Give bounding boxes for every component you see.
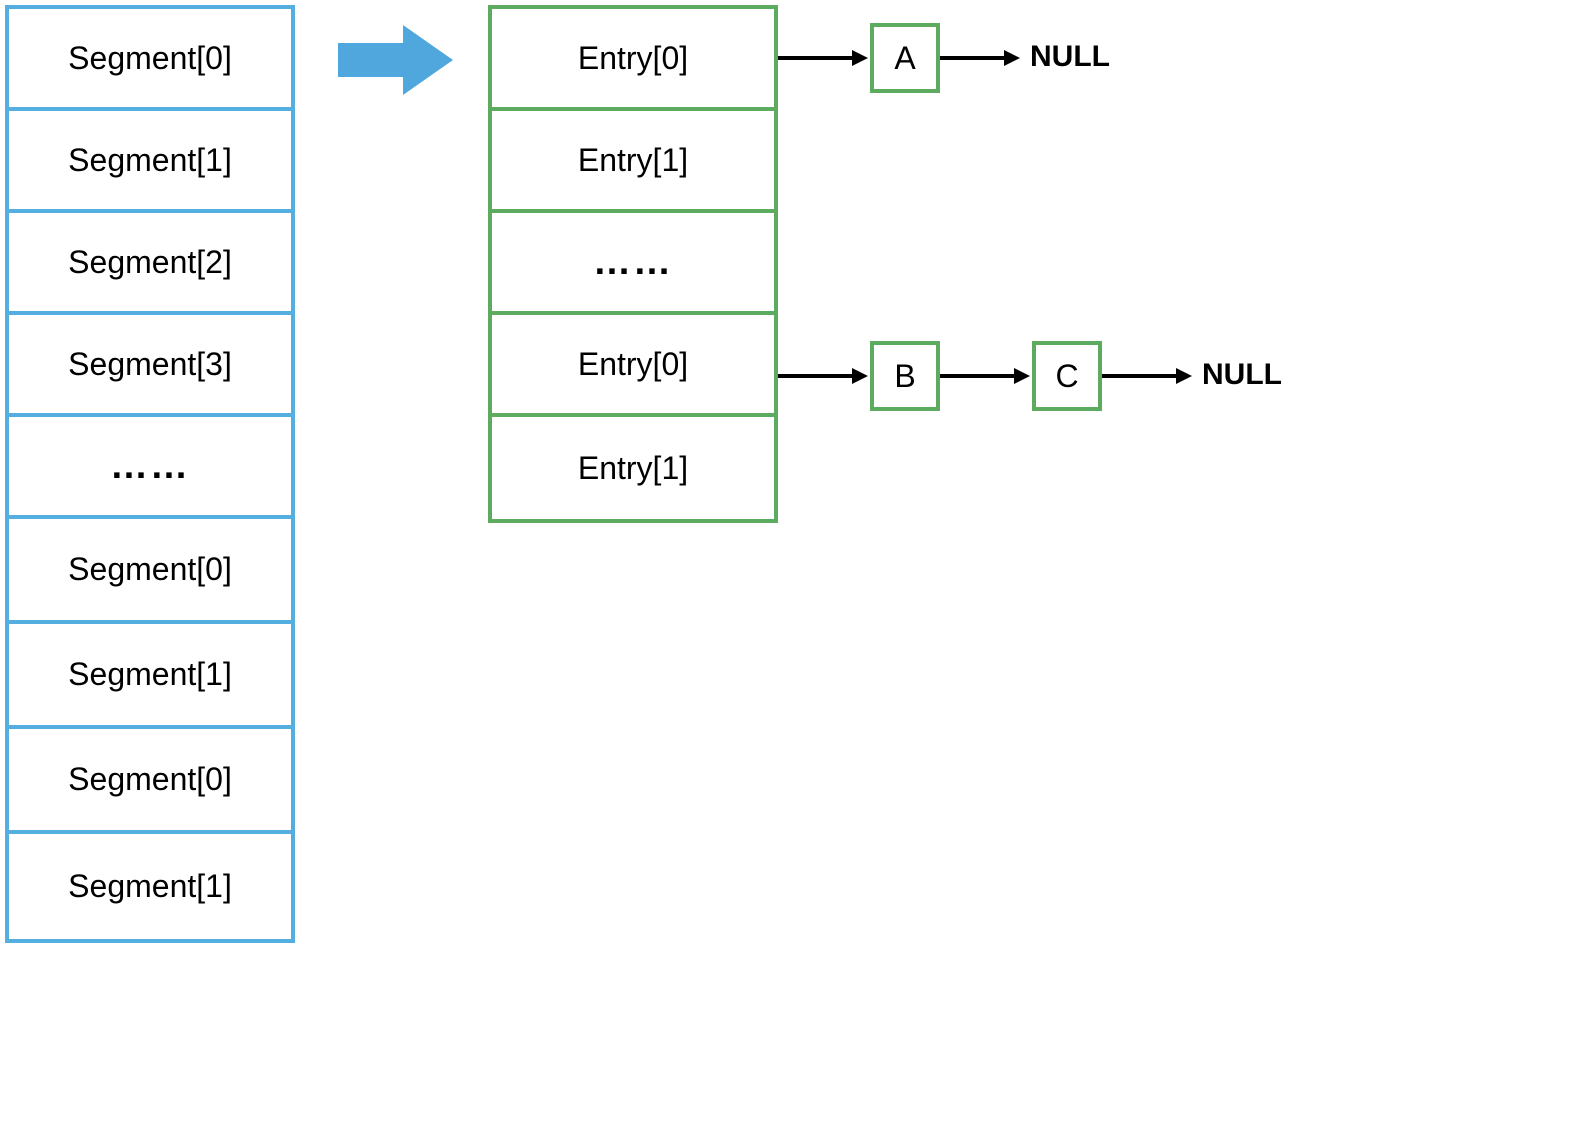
entry-label: Entry[0] [578, 346, 688, 383]
arrow-icon [1102, 366, 1192, 386]
segment-cell: Segment[0] [9, 9, 291, 111]
node-box-b: B [870, 341, 940, 411]
entry-ellipsis: …… [492, 213, 774, 315]
segment-label: Segment[2] [68, 244, 232, 281]
big-arrow-icon [338, 25, 453, 95]
node-box-c: C [1032, 341, 1102, 411]
entry-label: Entry[1] [578, 450, 688, 487]
segment-label: Segment[0] [68, 551, 232, 588]
segment-cell: Segment[0] [9, 519, 291, 624]
segment-cell: Segment[1] [9, 111, 291, 213]
arrow-icon [778, 366, 868, 386]
segment-cell: Segment[1] [9, 624, 291, 729]
segment-label: Segment[0] [68, 761, 232, 798]
segment-cell: Segment[2] [9, 213, 291, 315]
segment-cell: Segment[1] [9, 834, 291, 939]
segment-label: Segment[1] [68, 868, 232, 905]
segment-label: Segment[1] [68, 656, 232, 693]
entry-label: Entry[0] [578, 40, 688, 77]
segment-label: Segment[3] [68, 346, 232, 383]
segment-label: Segment[1] [68, 142, 232, 179]
arrow-icon [940, 366, 1030, 386]
segment-cell: Segment[0] [9, 729, 291, 834]
entry-label: Entry[1] [578, 142, 688, 179]
arrow-icon [778, 48, 868, 68]
null-label: NULL [1030, 40, 1110, 74]
ellipsis-label: …… [110, 445, 190, 488]
entry-cell: Entry[1] [492, 111, 774, 213]
entry-cell: Entry[0] [492, 9, 774, 111]
segment-ellipsis: …… [9, 417, 291, 519]
segment-table: Segment[0] Segment[1] Segment[2] Segment… [5, 5, 295, 943]
arrow-icon [940, 48, 1020, 68]
node-box-a: A [870, 23, 940, 93]
segment-label: Segment[0] [68, 40, 232, 77]
entry-table: Entry[0] Entry[1] …… Entry[0] Entry[1] [488, 5, 778, 523]
entry-cell: Entry[1] [492, 417, 774, 519]
null-label: NULL [1202, 358, 1282, 392]
entry-cell: Entry[0] [492, 315, 774, 417]
node-label: B [894, 358, 915, 395]
ellipsis-label: …… [593, 241, 673, 284]
node-label: C [1055, 358, 1078, 395]
node-label: A [894, 40, 915, 77]
segment-cell: Segment[3] [9, 315, 291, 417]
